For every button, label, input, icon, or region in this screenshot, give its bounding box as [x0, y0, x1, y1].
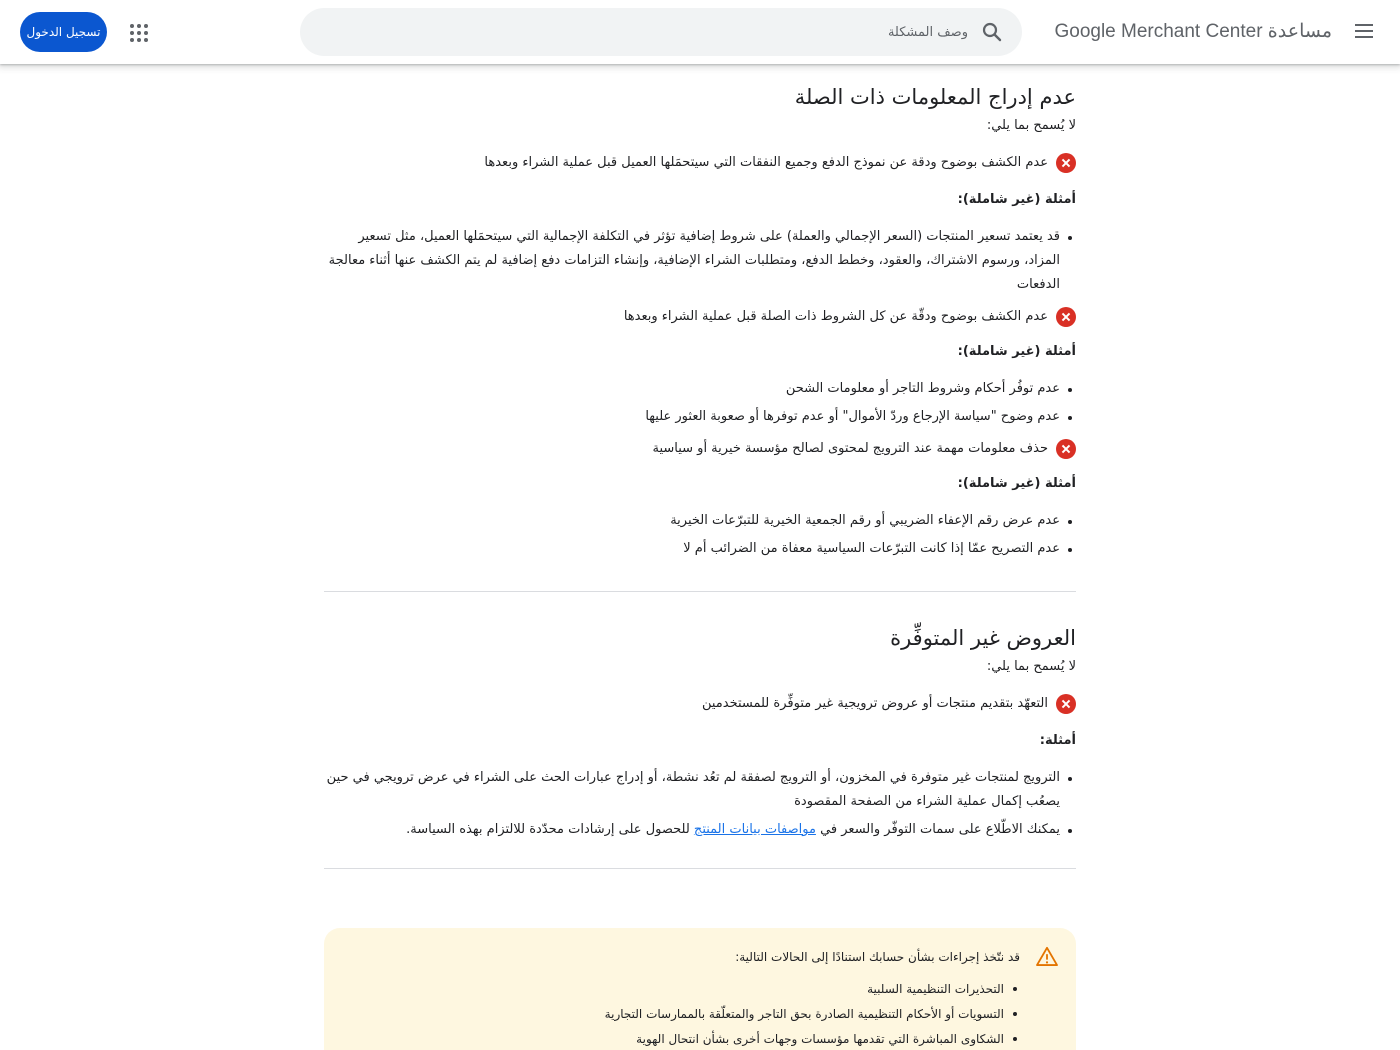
- examples-list: قد يعتمد تسعير المنتجات (السعر الإجمالي …: [324, 225, 1076, 297]
- examples-list: الترويج لمنتجات غير متوفرة في المخزون، أ…: [324, 766, 1076, 842]
- top-app-bar: مساعدة Google Merchant Center تسجيل الدخ…: [0, 0, 1400, 64]
- notice-list: التحذيرات التنظيمية السلبية التسويات أو …: [604, 980, 1018, 1050]
- disallowed-rule: عدم الكشف بوضوح ودقة عن نموذج الدفع وجمي…: [324, 151, 1076, 175]
- examples-label: أمثلة (غير شاملة):: [957, 344, 1076, 359]
- section-title: عدم إدراج المعلومات ذات الصلة: [794, 85, 1076, 109]
- search-input[interactable]: [368, 18, 968, 46]
- rule-text: التعهّد بتقديم منتجات أو عروض ترويجية غي…: [701, 696, 1048, 711]
- section-lead: لا يُسمح بما يلي:: [986, 659, 1076, 674]
- list-item: قد يعتمد تسعير المنتجات (السعر الإجمالي …: [324, 225, 1072, 297]
- article-content: عدم إدراج المعلومات ذات الصلة لا يُسمح ب…: [324, 64, 1076, 869]
- rule-text: حذف معلومات مهمة عند الترويج لمحتوى لصال…: [652, 441, 1048, 456]
- disallowed-x-icon: [1056, 307, 1076, 327]
- disallowed-rule: عدم الكشف بوضوح ودقّة عن كل الشروط ذات ا…: [324, 305, 1076, 329]
- list-item: الترويج لمنتجات غير متوفرة في المخزون، أ…: [324, 766, 1072, 814]
- example-text: للحصول على إرشادات محدّدة للالتزام بهذه …: [406, 822, 694, 837]
- section-divider: [324, 591, 1076, 592]
- disallowed-x-icon: [1056, 153, 1076, 173]
- section-lead: لا يُسمح بما يلي:: [986, 118, 1076, 133]
- list-item: عدم التصريح عمّا إذا كانت التبرّعات السي…: [324, 537, 1072, 561]
- warning-icon: [1036, 946, 1058, 966]
- disallowed-x-icon: [1056, 694, 1076, 714]
- list-item: يمكنك الاطّلاع على سمات التوفّر والسعر ف…: [324, 818, 1072, 842]
- examples-list: عدم عرض رقم الإعفاء الضريبي أو رقم الجمع…: [324, 509, 1076, 561]
- menu-icon[interactable]: [1352, 20, 1376, 44]
- list-item: عدم توفُر أحكام وشروط التاجر أو معلومات …: [324, 377, 1072, 401]
- examples-label: أمثلة (غير شاملة):: [957, 192, 1076, 207]
- list-item: التحذيرات التنظيمية السلبية: [605, 980, 1018, 998]
- account-action-notice: قد نتّخذ إجراءات بشأن حسابك استنادًا إلى…: [324, 928, 1076, 1050]
- list-item: عدم وضوح "سياسة الإرجاع وردّ الأموال" أو…: [324, 405, 1072, 429]
- rule-text: عدم الكشف بوضوح ودقّة عن كل الشروط ذات ا…: [623, 309, 1048, 324]
- section-divider: [324, 868, 1076, 869]
- disallowed-rule: حذف معلومات مهمة عند الترويج لمحتوى لصال…: [324, 437, 1076, 461]
- list-item: الشكاوى المباشرة التي تقدمها مؤسسات وجها…: [605, 1030, 1018, 1048]
- disallowed-x-icon: [1056, 439, 1076, 459]
- example-text: يمكنك الاطّلاع على سمات التوفّر والسعر ف…: [815, 822, 1060, 837]
- notice-lead: قد نتّخذ إجراءات بشأن حسابك استنادًا إلى…: [735, 950, 1020, 964]
- examples-label: أمثلة:: [1039, 733, 1076, 748]
- product-data-spec-link[interactable]: مواصفات بيانات المنتج: [694, 822, 816, 837]
- disallowed-rule: التعهّد بتقديم منتجات أو عروض ترويجية غي…: [324, 692, 1076, 716]
- product-title[interactable]: مساعدة Google Merchant Center: [1054, 20, 1332, 43]
- search-bar[interactable]: [300, 8, 1022, 56]
- list-item: التسويات أو الأحكام التنظيمية الصادرة بح…: [604, 1007, 1018, 1021]
- rule-text: عدم الكشف بوضوح ودقة عن نموذج الدفع وجمي…: [484, 155, 1048, 170]
- section-title: العروض غير المتوفِّرة: [890, 626, 1076, 650]
- sign-in-button[interactable]: تسجيل الدخول: [20, 12, 107, 52]
- examples-label: أمثلة (غير شاملة):: [957, 476, 1076, 491]
- apps-grid-icon[interactable]: [128, 22, 150, 44]
- examples-list: عدم توفُر أحكام وشروط التاجر أو معلومات …: [324, 377, 1076, 429]
- list-item: عدم عرض رقم الإعفاء الضريبي أو رقم الجمع…: [324, 509, 1072, 533]
- search-icon[interactable]: [980, 20, 1004, 44]
